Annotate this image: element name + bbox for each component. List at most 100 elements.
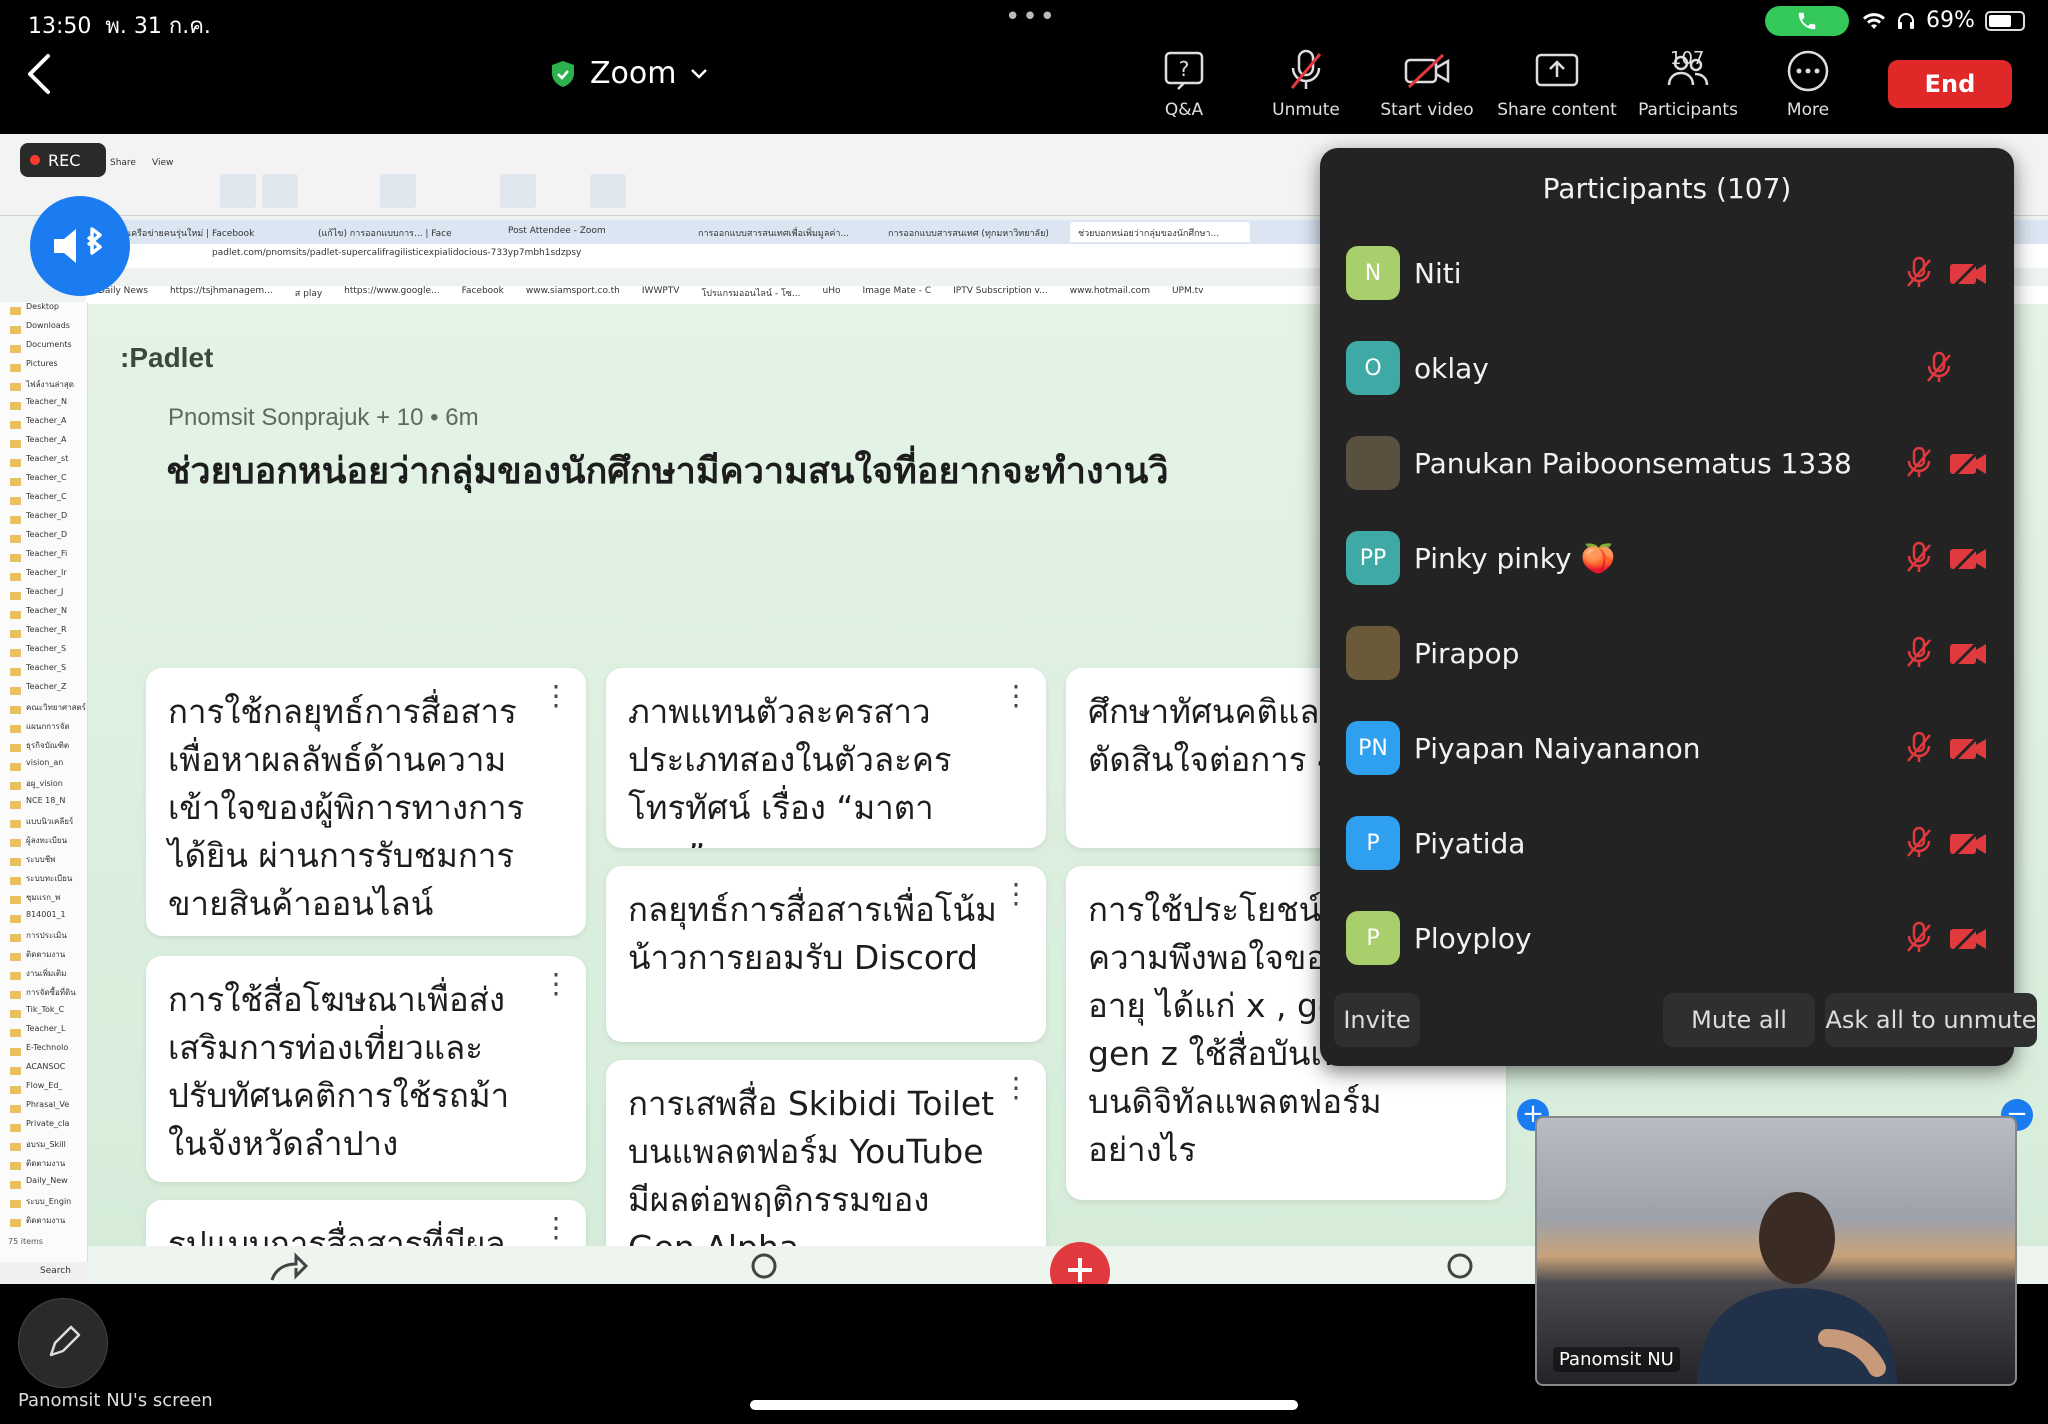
bookmark-item[interactable]: UPM.tv bbox=[1172, 286, 1204, 304]
sidebar-folder-item[interactable]: Teacher_A bbox=[0, 435, 87, 454]
browser-tab[interactable]: (แก้ไข) การออกแบบการ... | Face bbox=[310, 222, 490, 242]
bookmark-item[interactable]: Facebook bbox=[462, 286, 504, 304]
sidebar-folder-item[interactable]: Teacher_N bbox=[0, 397, 87, 416]
search-icon[interactable] bbox=[748, 1250, 782, 1284]
ask-all-to-unmute-button[interactable]: Ask all to unmute bbox=[1825, 993, 2037, 1047]
self-video-thumbnail[interactable]: Panomsit NU bbox=[1535, 1116, 2017, 1386]
sidebar-folder-item[interactable]: ติดตามงาน bbox=[0, 1157, 87, 1176]
sidebar-folder-item[interactable]: ระบบ_Engin bbox=[0, 1195, 87, 1214]
active-call-pill[interactable] bbox=[1765, 6, 1849, 36]
participant-row[interactable]: N Niti bbox=[1346, 238, 1994, 308]
sidebar-folder-item[interactable]: 814001_1 bbox=[0, 910, 87, 929]
home-indicator[interactable] bbox=[750, 1400, 1298, 1410]
sidebar-folder-item[interactable]: ผู้ลงทะเบียน bbox=[0, 834, 87, 853]
sidebar-folder-item[interactable]: ระบบทะเบียน bbox=[0, 872, 87, 891]
sidebar-folder-item[interactable]: Teacher_J bbox=[0, 587, 87, 606]
bookmark-item[interactable]: www.hotmail.com bbox=[1070, 286, 1150, 304]
qa-button[interactable]: ? Q&A bbox=[1124, 46, 1244, 120]
sidebar-folder-item[interactable]: Teacher_Z bbox=[0, 682, 87, 701]
share-content-button[interactable]: Share content bbox=[1497, 46, 1617, 120]
padlet-card[interactable]: กลยุทธ์การสื่อสารเพื่อโน้มน้าวการยอมรับ … bbox=[606, 866, 1046, 1042]
participant-row[interactable]: Panukan Paiboonsematus 1338 bbox=[1346, 428, 1994, 498]
sidebar-folder-item[interactable]: Teacher_Ir bbox=[0, 568, 87, 587]
padlet-card[interactable]: การใช้กลยุทธ์การสื่อสาร เพื่อหาผลลัพธ์ด้… bbox=[146, 668, 586, 936]
annotate-button[interactable] bbox=[18, 1298, 108, 1388]
kebab-menu-icon[interactable]: ⋮ bbox=[1002, 880, 1030, 908]
participant-row[interactable]: PP Pinky pinky 🍑 bbox=[1346, 523, 1994, 593]
bookmark-item[interactable]: https://tsjhmanagem... bbox=[170, 286, 273, 304]
sidebar-folder-item[interactable]: ชุมแรก_พ bbox=[0, 891, 87, 910]
multitasking-dots-icon[interactable]: ••• bbox=[1005, 2, 1057, 32]
invite-button[interactable]: Invite bbox=[1334, 993, 1420, 1047]
bookmark-item[interactable]: ส play bbox=[295, 286, 322, 304]
padlet-card[interactable]: การใช้สื่อโฆษณาเพื่อส่งเสริมการท่องเที่ย… bbox=[146, 956, 586, 1182]
participant-row[interactable]: Pirapop bbox=[1346, 618, 1994, 688]
bookmark-item[interactable]: https://www.google... bbox=[344, 286, 439, 304]
bluetooth-audio-button[interactable] bbox=[30, 196, 130, 296]
sidebar-folder-item[interactable]: Teacher_N bbox=[0, 606, 87, 625]
sidebar-folder-item[interactable]: ธุรกิจบัณฑิต bbox=[0, 739, 87, 758]
kebab-menu-icon[interactable]: ⋮ bbox=[1002, 682, 1030, 710]
participant-row[interactable]: Ooklay bbox=[1346, 333, 1994, 403]
meeting-title-button[interactable]: Zoom bbox=[550, 56, 708, 91]
sidebar-folder-item[interactable]: vision_an bbox=[0, 758, 87, 777]
share-arrow-icon[interactable] bbox=[268, 1250, 308, 1284]
sidebar-folder-item[interactable]: Private_cla bbox=[0, 1119, 87, 1138]
sidebar-folder-item[interactable]: งานเพิ่มเติม bbox=[0, 967, 87, 986]
sidebar-folder-item[interactable]: ACANSOC bbox=[0, 1062, 87, 1081]
sidebar-folder-item[interactable]: อบรม_Skill bbox=[0, 1138, 87, 1157]
sidebar-folder-item[interactable]: Teacher_R bbox=[0, 625, 87, 644]
sidebar-folder-item[interactable]: ติดตามงาน bbox=[0, 948, 87, 967]
unmute-button[interactable]: Unmute bbox=[1246, 46, 1366, 120]
participant-row[interactable]: P Ployploy bbox=[1346, 903, 1994, 973]
kebab-menu-icon[interactable]: ⋮ bbox=[1002, 1074, 1030, 1102]
sidebar-folder-item[interactable]: แบบนิวเคลียร์ bbox=[0, 815, 87, 834]
sidebar-folder-item[interactable]: E-Technolo bbox=[0, 1043, 87, 1062]
participant-row[interactable]: PN Piyapan Naiyananon bbox=[1346, 713, 1994, 783]
sidebar-folder-item[interactable]: Flow_Ed_ bbox=[0, 1081, 87, 1100]
bookmark-item[interactable]: IWWPTV bbox=[642, 286, 680, 304]
browser-tab[interactable]: เครือข่ายคนรุ่นใหม่ | Facebook bbox=[120, 222, 300, 242]
sidebar-folder-item[interactable]: Desktop bbox=[0, 302, 87, 321]
sidebar-folder-item[interactable]: Tik_Tok_C bbox=[0, 1005, 87, 1024]
sidebar-folder-item[interactable]: ไฟล์งานล่าสุด bbox=[0, 378, 87, 397]
browser-tab-active[interactable]: ช่วยบอกหน่อยว่ากลุ่มของนักศึกษา... bbox=[1070, 222, 1250, 242]
sidebar-folder-item[interactable]: การจัดซื้อที่ดิน bbox=[0, 986, 87, 1005]
add-post-icon[interactable] bbox=[1048, 1240, 1112, 1284]
more-button[interactable]: More bbox=[1748, 46, 1868, 120]
kebab-menu-icon[interactable]: ⋮ bbox=[542, 970, 570, 998]
sidebar-folder-item[interactable]: Teacher_L bbox=[0, 1024, 87, 1043]
sidebar-folder-item[interactable]: Pictures bbox=[0, 359, 87, 378]
bookmark-item[interactable]: Image Mate - C bbox=[862, 286, 931, 304]
sidebar-folder-item[interactable]: อผู_vision bbox=[0, 777, 87, 796]
sidebar-folder-item[interactable]: ระบบชีพ bbox=[0, 853, 87, 872]
end-meeting-button[interactable]: End bbox=[1888, 60, 2012, 108]
taskbar-search[interactable]: Search bbox=[40, 1266, 71, 1276]
sidebar-folder-item[interactable]: Daily_New bbox=[0, 1176, 87, 1195]
sidebar-folder-item[interactable]: แผนกการจัด bbox=[0, 720, 87, 739]
sidebar-folder-item[interactable]: Teacher_S bbox=[0, 644, 87, 663]
sidebar-folder-item[interactable]: Teacher_D bbox=[0, 511, 87, 530]
kebab-menu-icon[interactable]: ⋮ bbox=[542, 682, 570, 710]
padlet-card[interactable]: ภาพแทนตัวละครสาวประเภทสองในตัวละครโทรทัศ… bbox=[606, 668, 1046, 848]
sidebar-folder-item[interactable]: Teacher_D bbox=[0, 530, 87, 549]
sidebar-folder-item[interactable]: Teacher_A bbox=[0, 416, 87, 435]
sidebar-folder-item[interactable]: Phrasal_Ve bbox=[0, 1100, 87, 1119]
browser-tab[interactable]: การออกแบบสารสนเทศเพื่อเพิ่มมูลค่า... bbox=[690, 222, 870, 242]
mute-all-button[interactable]: Mute all bbox=[1663, 993, 1815, 1047]
sidebar-folder-item[interactable]: การประเมิน bbox=[0, 929, 87, 948]
sidebar-folder-item[interactable]: NCE 18_N bbox=[0, 796, 87, 815]
participant-row[interactable]: P Piyatida bbox=[1346, 808, 1994, 878]
browser-tab[interactable]: Post Attendee - Zoom bbox=[500, 222, 680, 242]
browser-tab[interactable]: การออกแบบสารสนเทศ (ทุกมหาวิทยาลัย) bbox=[880, 222, 1060, 242]
bookmark-item[interactable]: IPTV Subscription v... bbox=[953, 286, 1048, 304]
bookmark-item[interactable]: โปรแกรมออนไลน์ - โซ... bbox=[701, 286, 800, 304]
sidebar-folder-item[interactable]: ติดตามงาน bbox=[0, 1214, 87, 1233]
start-video-button[interactable]: Start video bbox=[1367, 46, 1487, 120]
comment-icon[interactable] bbox=[1444, 1250, 1478, 1284]
sidebar-folder-item[interactable]: Teacher_st bbox=[0, 454, 87, 473]
sidebar-folder-item[interactable]: Teacher_C bbox=[0, 492, 87, 511]
bookmark-item[interactable]: uHo bbox=[823, 286, 841, 304]
back-button[interactable] bbox=[24, 52, 68, 108]
sidebar-folder-item[interactable]: Teacher_S bbox=[0, 663, 87, 682]
